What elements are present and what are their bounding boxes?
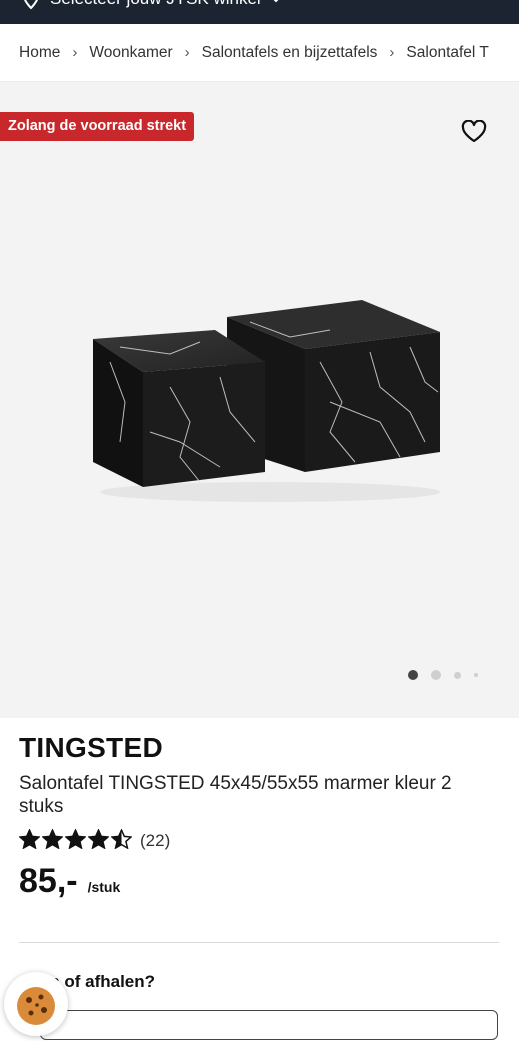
cookie-button[interactable]	[4, 972, 68, 1036]
product-image	[93, 300, 440, 502]
location-pin-icon	[24, 0, 38, 10]
product-price: 85,-	[19, 862, 78, 900]
star-full-icon	[41, 827, 64, 850]
store-selector[interactable]: Selecteer jouw JYSK winkel	[22, 0, 281, 10]
price-row: 85,- /stuk	[19, 862, 501, 901]
breadcrumb-salontafels[interactable]: Salontafels en bijzettafels	[202, 44, 378, 62]
delivery-input[interactable]	[40, 1010, 498, 1040]
chevron-right-icon: ›	[389, 44, 395, 61]
chevron-down-icon	[273, 0, 279, 3]
pagination-dot-active[interactable]	[408, 670, 418, 680]
product-title: Salontafel TINGSTED 45x45/55x55 marmer k…	[19, 773, 452, 817]
store-selector-label: Selecteer jouw JYSK winkel	[50, 0, 261, 9]
breadcrumb-home[interactable]: Home	[19, 44, 60, 62]
divider	[19, 942, 499, 943]
store-selector-bar[interactable]: Selecteer jouw JYSK winkel	[0, 0, 519, 24]
price-unit: /stuk	[87, 879, 121, 895]
breadcrumb-woonkamer[interactable]: Woonkamer	[89, 44, 172, 62]
stock-badge: Zolang de voorraad strekt	[0, 112, 195, 141]
breadcrumb: Home › Woonkamer › Salontafels en bijzet…	[0, 24, 519, 82]
chevron-right-icon: ›	[72, 44, 78, 61]
star-full-icon	[87, 827, 110, 850]
pagination-dot[interactable]	[474, 673, 478, 677]
rating-stars	[18, 827, 134, 854]
product-gallery[interactable]: Zolang de voorraad strekt	[0, 82, 519, 718]
rating-count[interactable]: (22)	[140, 831, 170, 851]
chevron-right-icon: ›	[184, 44, 190, 61]
star-half-icon	[110, 827, 133, 850]
product-brand: TINGSTED	[19, 732, 163, 763]
product-info: TINGSTED Salontafel TINGSTED 45x45/55x55…	[18, 718, 501, 901]
pagination-dot[interactable]	[454, 671, 461, 679]
product-rating[interactable]: (22)	[18, 827, 501, 854]
star-full-icon	[18, 827, 41, 850]
breadcrumb-current[interactable]: Salontafel T	[406, 44, 488, 62]
pagination-dot[interactable]	[431, 670, 441, 680]
heart-icon[interactable]	[461, 120, 487, 144]
star-full-icon	[64, 827, 87, 850]
cookie-icon	[17, 987, 55, 1025]
gallery-pagination[interactable]	[408, 670, 478, 680]
